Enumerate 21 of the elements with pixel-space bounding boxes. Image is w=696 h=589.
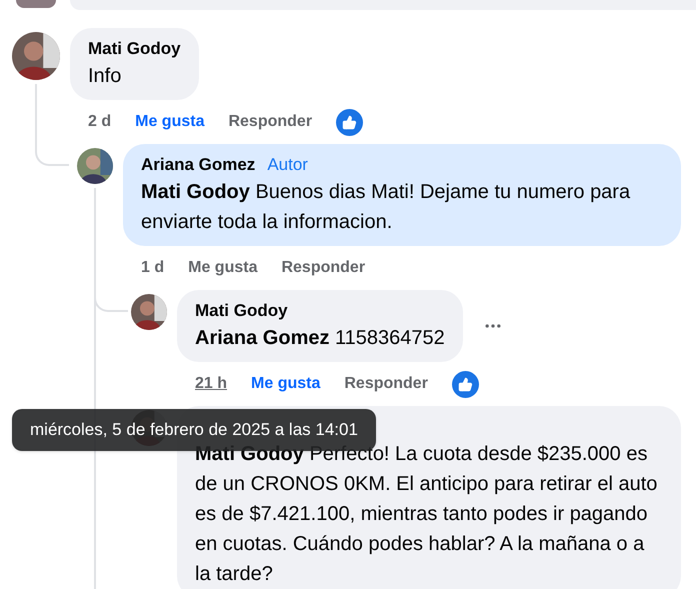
like-link[interactable]: Me gusta bbox=[251, 372, 320, 396]
comment-time[interactable]: 1 d bbox=[141, 256, 164, 280]
comment-time[interactable]: 21 h bbox=[195, 372, 228, 396]
reply-link[interactable]: Responder bbox=[228, 110, 312, 134]
reply-link[interactable]: Responder bbox=[281, 256, 366, 280]
like-link[interactable]: Me gusta bbox=[188, 256, 258, 280]
author-name[interactable]: Ariana Gomez bbox=[141, 153, 256, 177]
like-reaction-icon[interactable] bbox=[452, 370, 479, 398]
comment-text: Ariana Gomez 1158364752 bbox=[195, 326, 445, 351]
comment-text: Mati Godoy Buenos dias Mati! Dejame tu numero para enviarte toda la informacion. bbox=[141, 180, 632, 235]
reply-link[interactable]: Responder bbox=[344, 372, 428, 396]
comment-time[interactable]: 2 d bbox=[88, 110, 112, 134]
avatar[interactable] bbox=[12, 32, 60, 80]
like-link[interactable]: Me gusta bbox=[135, 110, 204, 134]
author-name[interactable]: Mati Godoy bbox=[195, 299, 288, 323]
avatar[interactable] bbox=[131, 294, 167, 330]
like-reaction-icon[interactable] bbox=[336, 108, 364, 136]
author-label: Autor bbox=[266, 154, 309, 176]
author-name[interactable]: Mati Godoy bbox=[88, 37, 181, 61]
avatar[interactable] bbox=[77, 148, 113, 184]
comment-text: Info bbox=[88, 64, 122, 89]
